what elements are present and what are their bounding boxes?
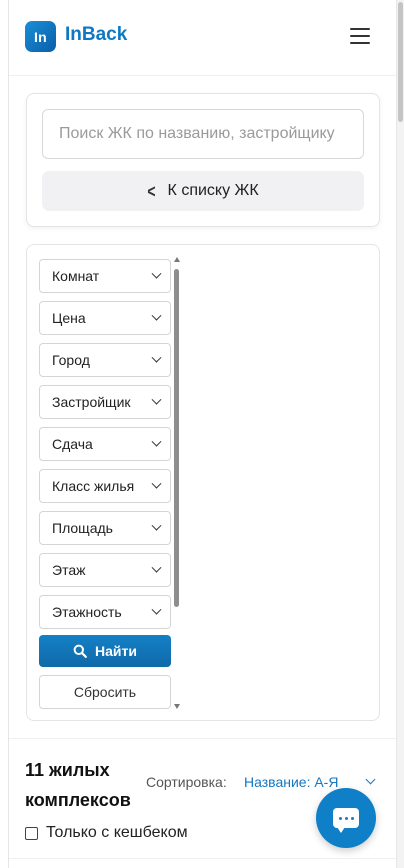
menu-line [350, 28, 370, 30]
filters-panel: Комнат Цена Город Застройщик Сдача Класс жиль… [26, 244, 380, 721]
filters-scrollbar-thumb[interactable] [174, 269, 179, 607]
chevron-down-icon [151, 436, 162, 447]
menu-line [350, 35, 370, 37]
back-to-list-label: К списку ЖК [167, 182, 259, 199]
divider [9, 738, 396, 739]
filter-select[interactable]: Цена [39, 301, 171, 335]
filter-select[interactable]: Сдача [39, 427, 171, 461]
chevron-down-icon [151, 562, 162, 573]
complex-search-input[interactable] [42, 109, 364, 159]
sort-label: Сортировка: [146, 774, 227, 790]
page-scrollbar-thumb[interactable] [398, 2, 403, 122]
scroll-down-arrow-icon[interactable] [174, 704, 180, 709]
filter-select-label: Этажность [52, 604, 122, 620]
chevron-down-icon [151, 352, 162, 363]
scroll-up-arrow-icon[interactable] [174, 257, 180, 262]
find-button[interactable]: Найти [39, 635, 171, 667]
search-card: < К списку ЖК [26, 93, 380, 227]
filters-scrollbar[interactable] [173, 257, 181, 709]
chat-bubble-icon [333, 808, 359, 833]
chevron-left-icon: < [147, 180, 156, 202]
chevron-down-icon [151, 310, 162, 321]
search-icon [73, 644, 87, 658]
filter-select[interactable]: Площадь [39, 511, 171, 545]
checkbox-box[interactable] [25, 826, 38, 840]
find-button-label: Найти [95, 643, 137, 659]
chevron-down-icon [151, 268, 162, 279]
chat-button[interactable] [316, 788, 376, 848]
inback-logo-icon[interactable]: In [25, 21, 56, 52]
filter-select[interactable]: Город [39, 343, 171, 377]
filter-select[interactable]: Этажность [39, 595, 171, 629]
filter-select[interactable]: Класс жилья [39, 469, 171, 503]
sort-select[interactable]: Название: А-Я [244, 774, 338, 790]
chevron-down-icon [151, 394, 162, 405]
filter-select-label: Площадь [52, 520, 113, 536]
site-header: In InBack [9, 0, 396, 76]
filter-select-label: Комнат [52, 268, 100, 284]
filter-select[interactable]: Комнат [39, 259, 171, 293]
chevron-down-icon [151, 520, 162, 531]
divider [9, 858, 396, 859]
hamburger-menu-icon[interactable] [345, 24, 375, 48]
chevron-down-icon[interactable] [365, 774, 376, 785]
chevron-down-icon [151, 478, 162, 489]
page-scrollbar-track[interactable] [397, 0, 404, 868]
filter-select[interactable]: Этаж [39, 553, 171, 587]
filter-select-label: Цена [52, 310, 86, 326]
cashback-only-checkbox[interactable]: Только с кешбеком [25, 824, 188, 842]
filter-select[interactable]: Застройщик [39, 385, 171, 419]
site-logo-text[interactable]: InBack [65, 24, 127, 46]
filter-select-label: Город [52, 352, 90, 368]
back-to-list-button[interactable]: < К списку ЖК [42, 171, 364, 211]
reset-button[interactable]: Сбросить [39, 675, 171, 709]
results-count: 11 жилых комплексов [25, 760, 131, 810]
chevron-down-icon [151, 604, 162, 615]
menu-line [350, 42, 370, 44]
filter-select-label: Этаж [52, 562, 86, 578]
filter-select-label: Застройщик [52, 394, 131, 410]
filter-select-label: Сдача [52, 436, 93, 452]
filter-select-label: Класс жилья [52, 478, 135, 494]
cashback-only-label: Только с кешбеком [46, 824, 188, 841]
